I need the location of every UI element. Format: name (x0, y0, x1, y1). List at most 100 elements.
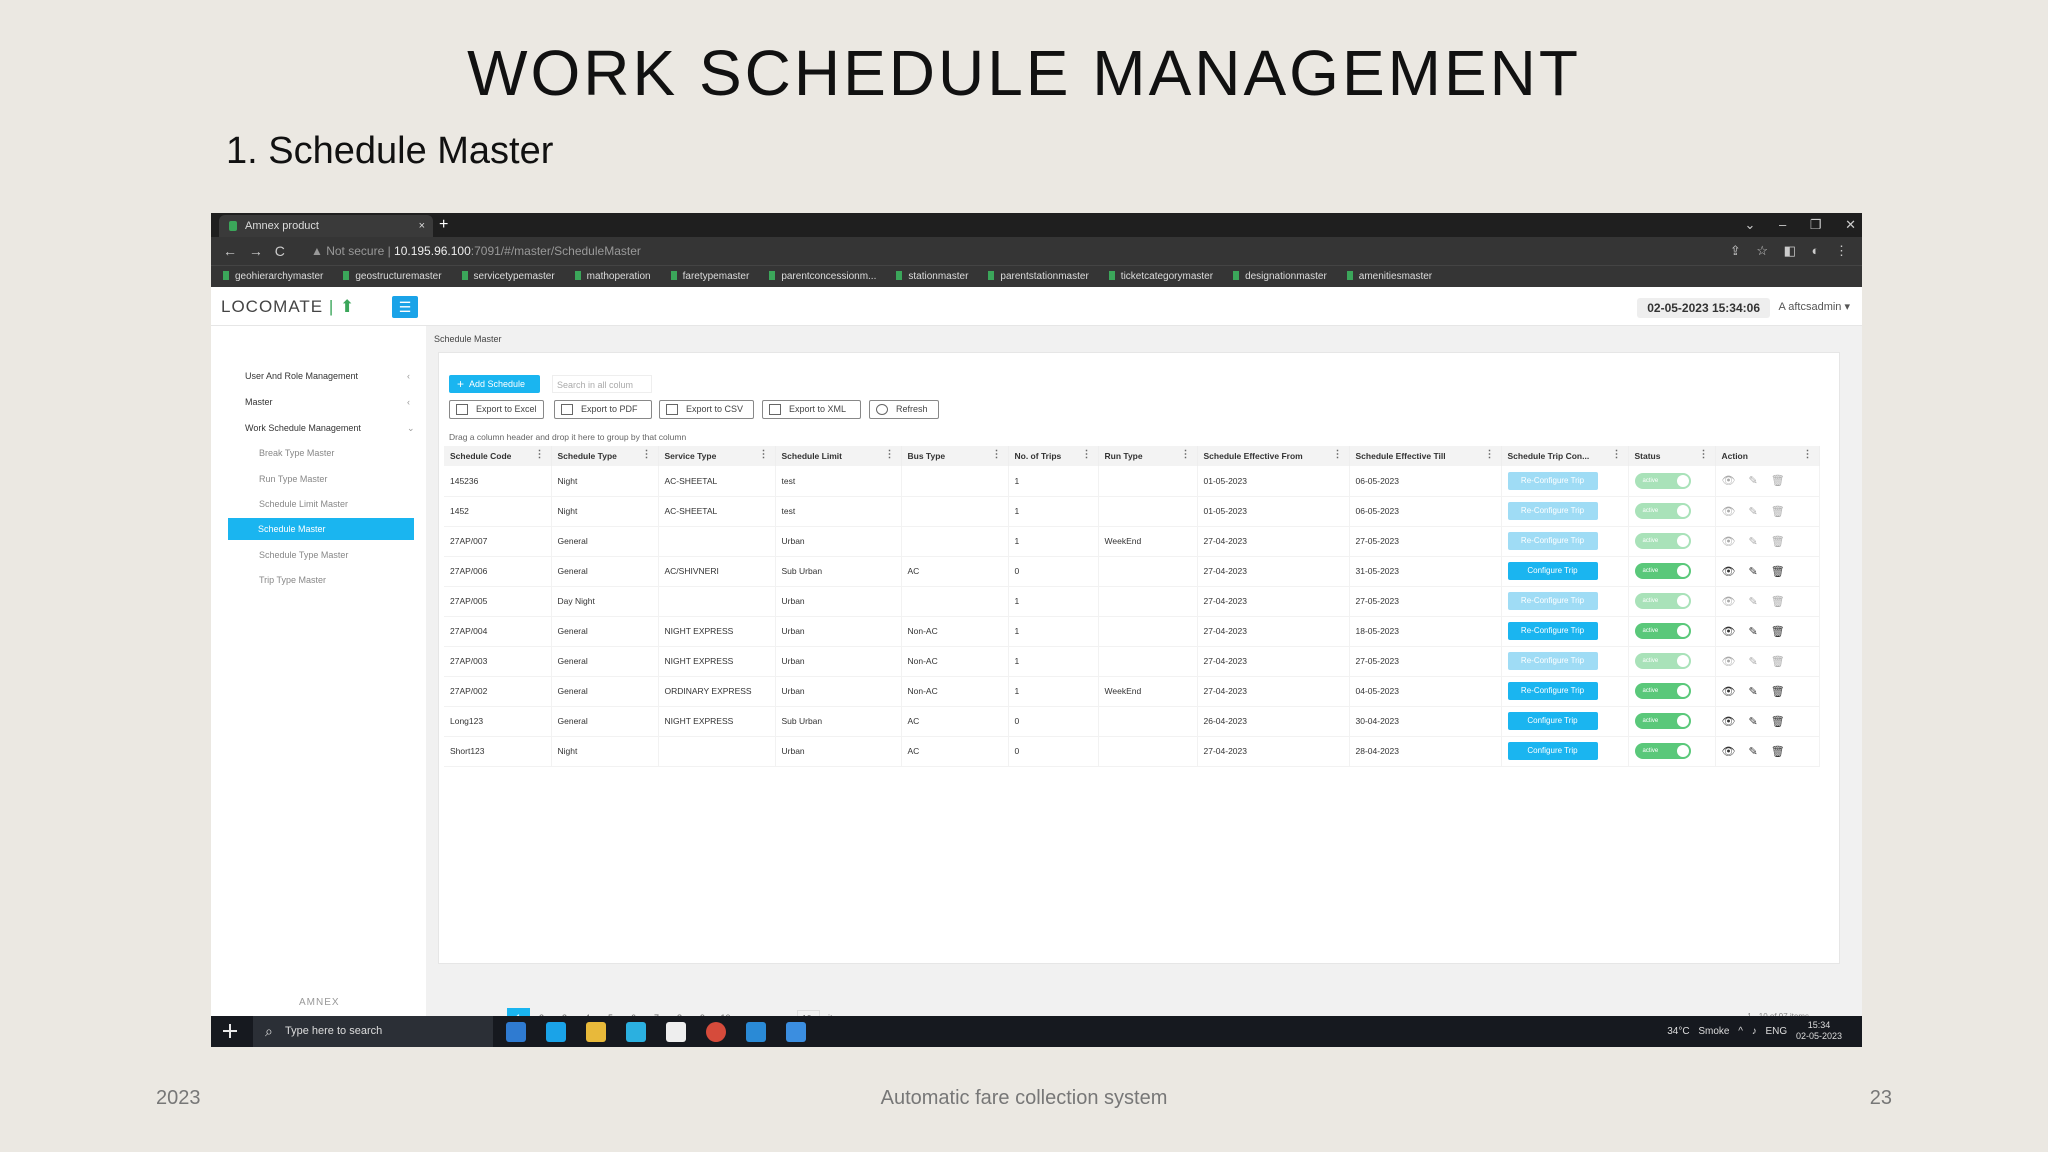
bookmark-4[interactable]: mathoperation (575, 271, 651, 282)
edge-icon[interactable] (546, 1022, 566, 1042)
bookmark-3[interactable]: servicetypemaster (462, 271, 555, 282)
sidebar-item-master[interactable]: Master ‹ (245, 397, 410, 407)
status-toggle[interactable]: active (1634, 593, 1691, 609)
taskview-icon[interactable] (506, 1022, 526, 1042)
column-menu-icon[interactable]: ⋮ (1333, 449, 1343, 460)
column-menu-icon[interactable]: ⋮ (1485, 449, 1495, 460)
bookmark-8[interactable]: parentstationmaster (988, 271, 1088, 282)
windows-start-icon[interactable] (223, 1024, 237, 1038)
column-menu-icon[interactable]: ⋮ (1612, 449, 1622, 460)
status-toggle[interactable]: active (1634, 743, 1691, 759)
configure-trip-button[interactable]: Re-Configure Trip (1507, 622, 1598, 640)
column-menu-icon[interactable]: ⋮ (1082, 449, 1092, 460)
status-toggle[interactable]: active (1634, 623, 1691, 639)
column-header[interactable]: Schedule Trip Con... ⋮ (1501, 446, 1629, 466)
column-header[interactable]: Bus Type ⋮ (901, 446, 1009, 466)
bookmark-6[interactable]: parentconcessionm... (769, 271, 876, 282)
sidebar-subitem-run-type[interactable]: Run Type Master (259, 474, 327, 484)
app-icon[interactable] (786, 1022, 806, 1042)
column-menu-icon[interactable]: ⋮ (1699, 449, 1709, 460)
url-field[interactable]: ▲ Not secure | 10.195.96.100:7091/#/mast… (311, 237, 641, 265)
configure-trip-button[interactable]: Re-Configure Trip (1507, 592, 1598, 610)
column-menu-icon[interactable]: ⋮ (759, 449, 769, 460)
row-actions-icons[interactable]: 👁 ✎ 🗑 (1722, 656, 1785, 668)
row-actions-icons[interactable]: 👁 ✎ 🗑 (1722, 686, 1785, 698)
column-header[interactable]: Service Type ⋮ (658, 446, 776, 466)
column-header[interactable]: Schedule Limit ⋮ (775, 446, 902, 466)
configure-trip-button[interactable]: Configure Trip (1507, 562, 1598, 580)
column-menu-icon[interactable]: ⋮ (885, 449, 895, 460)
clock[interactable]: 15:34 02-05-2023 (1796, 1020, 1842, 1042)
chrome-icon[interactable] (706, 1022, 726, 1042)
menu-toggle-button[interactable]: ☰ (392, 296, 418, 318)
column-menu-icon[interactable]: ⋮ (642, 449, 652, 460)
store-icon[interactable] (626, 1022, 646, 1042)
row-actions-icons[interactable]: 👁 ✎ 🗑 (1722, 475, 1785, 487)
configure-trip-button[interactable]: Re-Configure Trip (1507, 682, 1598, 700)
configure-trip-button[interactable]: Configure Trip (1507, 742, 1598, 760)
weather-widget[interactable]: 34°C Smoke (1667, 1026, 1729, 1037)
column-header[interactable]: Schedule Effective From ⋮ (1197, 446, 1350, 466)
column-menu-icon[interactable]: ⋮ (992, 449, 1002, 460)
status-toggle[interactable]: active (1634, 653, 1691, 669)
column-header[interactable]: Schedule Effective Till ⋮ (1349, 446, 1502, 466)
refresh-button[interactable]: Refresh (869, 400, 939, 419)
configure-trip-button[interactable]: Re-Configure Trip (1507, 532, 1598, 550)
row-actions-icons[interactable]: 👁 ✎ 🗑 (1722, 566, 1785, 578)
sidebar-subitem-schedule-master[interactable]: Schedule Master (228, 518, 414, 540)
add-schedule-button[interactable]: Add Schedule (449, 375, 540, 393)
column-header[interactable]: Action ⋮ (1715, 446, 1820, 466)
tray-icons[interactable]: ^ ♪ ENG (1738, 1026, 1787, 1037)
sidebar-item-work-schedule[interactable]: Work Schedule Management ⌄ (245, 423, 415, 433)
column-menu-icon[interactable]: ⋮ (1803, 449, 1813, 460)
window-controls[interactable]: ⌄ – ❐ ✕ (1744, 213, 1856, 237)
browser-toolbar-icons[interactable]: ⇪ ☆ ◧ ◐ ⋮ (1730, 237, 1848, 265)
column-header[interactable]: Schedule Type ⋮ (551, 446, 659, 466)
new-tab-icon[interactable]: + (439, 213, 448, 237)
search-input[interactable]: Search in all colum (552, 375, 652, 393)
bookmark-1[interactable]: geohierarchymaster (223, 271, 323, 282)
sidebar-subitem-trip-type[interactable]: Trip Type Master (259, 575, 326, 585)
configure-trip-button[interactable]: Re-Configure Trip (1507, 652, 1598, 670)
column-menu-icon[interactable]: ⋮ (535, 449, 545, 460)
bookmark-5[interactable]: faretypemaster (671, 271, 750, 282)
column-header[interactable]: Schedule Code ⋮ (444, 446, 552, 466)
sidebar-subitem-break-type[interactable]: Break Type Master (259, 448, 334, 458)
status-toggle[interactable]: active (1634, 563, 1691, 579)
export-excel-button[interactable]: Export to Excel (449, 400, 544, 419)
taskbar-search-input[interactable]: Type here to search (253, 1016, 493, 1047)
column-header[interactable]: No. of Trips ⋮ (1008, 446, 1099, 466)
row-actions-icons[interactable]: 👁 ✎ 🗑 (1722, 536, 1785, 548)
row-actions-icons[interactable]: 👁 ✎ 🗑 (1722, 746, 1785, 758)
file-explorer-icon[interactable] (586, 1022, 606, 1042)
nav-buttons[interactable]: ← → C (223, 237, 285, 265)
bookmark-7[interactable]: stationmaster (896, 271, 968, 282)
sidebar-subitem-schedule-limit[interactable]: Schedule Limit Master (259, 499, 348, 509)
bookmark-9[interactable]: ticketcategorymaster (1109, 271, 1213, 282)
status-toggle[interactable]: active (1634, 472, 1691, 489)
configure-trip-button[interactable]: Configure Trip (1507, 712, 1598, 730)
bookmark-10[interactable]: designationmaster (1233, 271, 1327, 282)
sidebar-subitem-schedule-type[interactable]: Schedule Type Master (259, 550, 348, 560)
export-xml-button[interactable]: Export to XML (762, 400, 861, 419)
status-toggle[interactable]: active (1634, 533, 1691, 549)
browser-tab[interactable]: Amnex product × (219, 215, 433, 237)
column-header[interactable]: Status ⋮ (1628, 446, 1716, 466)
row-actions-icons[interactable]: 👁 ✎ 🗑 (1722, 716, 1785, 728)
column-header[interactable]: Run Type ⋮ (1098, 446, 1198, 466)
bookmark-11[interactable]: amenitiesmaster (1347, 271, 1432, 282)
status-toggle[interactable]: active (1634, 503, 1691, 519)
user-menu[interactable]: A aftcsadmin ▾ (1778, 300, 1850, 313)
column-menu-icon[interactable]: ⋮ (1181, 449, 1191, 460)
row-actions-icons[interactable]: 👁 ✎ 🗑 (1722, 596, 1785, 608)
mail-icon[interactable] (666, 1022, 686, 1042)
close-tab-icon[interactable]: × (419, 215, 425, 237)
sidebar-item-user-role[interactable]: User And Role Management ‹ (245, 371, 410, 381)
bookmark-2[interactable]: geostructuremaster (343, 271, 441, 282)
row-actions-icons[interactable]: 👁 ✎ 🗑 (1722, 626, 1785, 638)
export-pdf-button[interactable]: Export to PDF (554, 400, 652, 419)
status-toggle[interactable]: active (1634, 683, 1691, 699)
configure-trip-button[interactable]: Re-Configure Trip (1507, 471, 1598, 490)
vscode-icon[interactable] (746, 1022, 766, 1042)
row-actions-icons[interactable]: 👁 ✎ 🗑 (1722, 506, 1785, 518)
